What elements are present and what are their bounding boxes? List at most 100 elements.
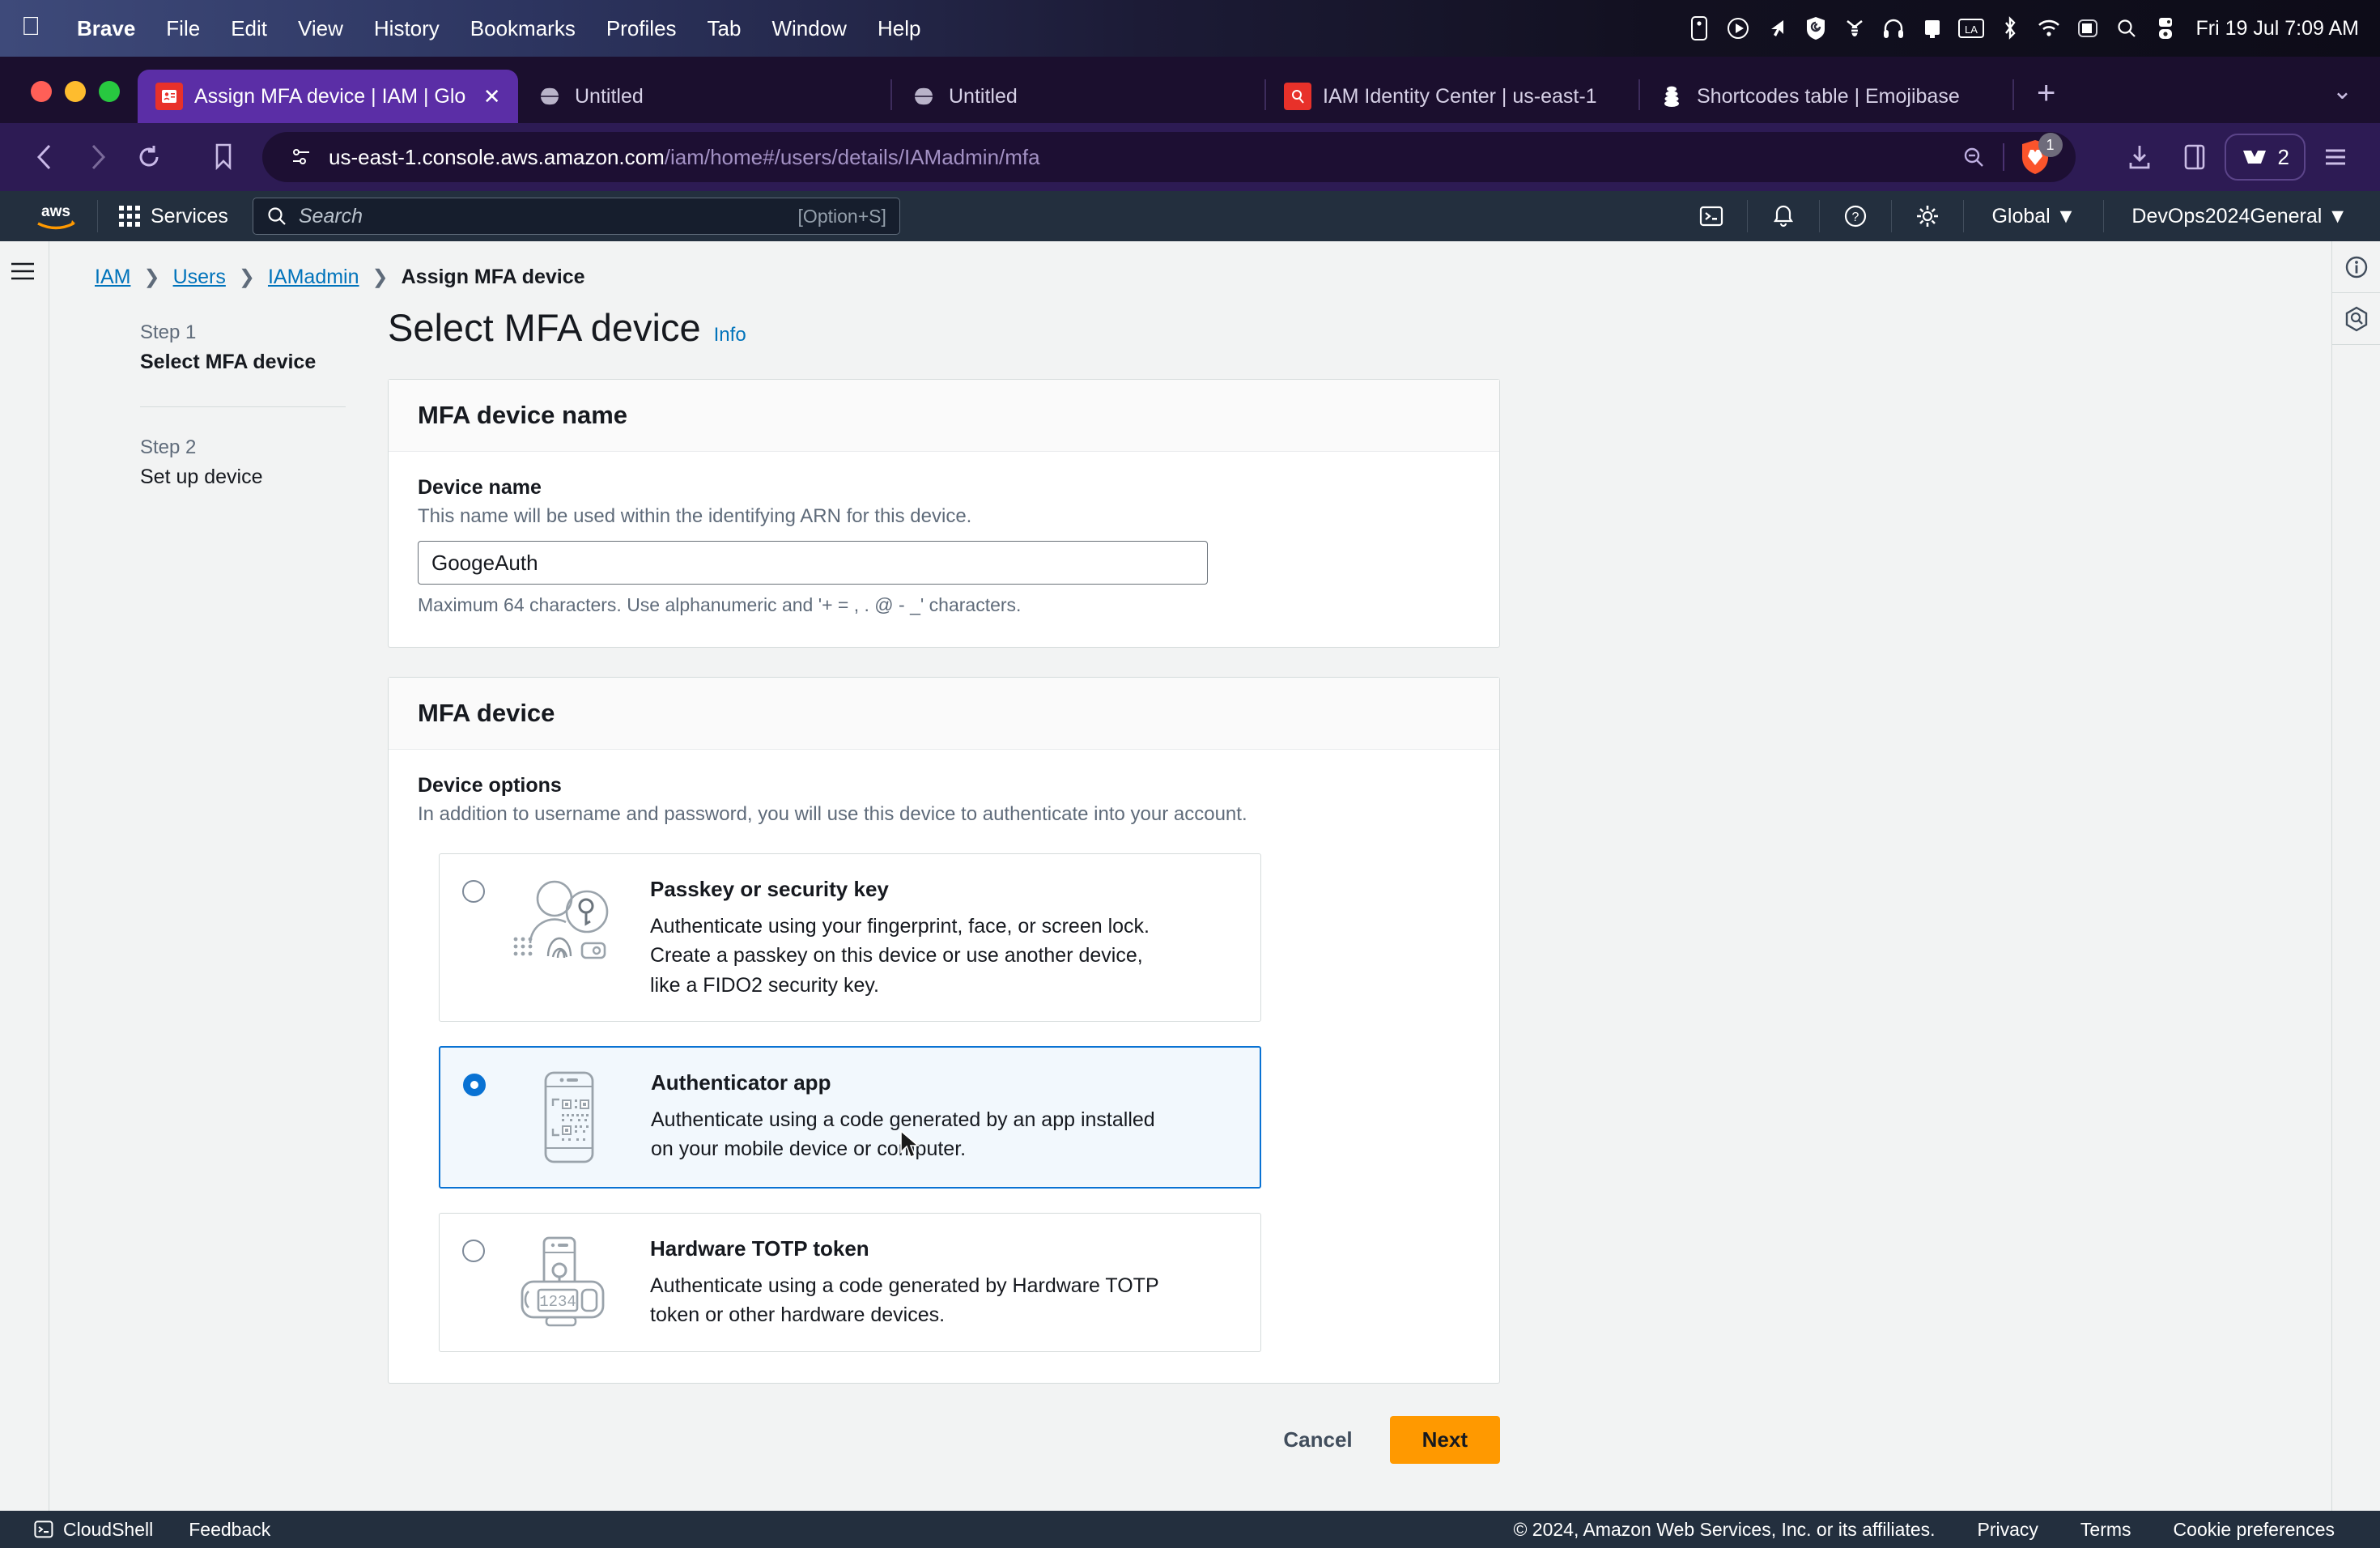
back-button[interactable] [19,131,71,183]
wizard-step-2[interactable]: Step 2 Set up device [140,436,346,489]
info-circle-icon[interactable] [2331,241,2380,293]
gear-icon[interactable] [1905,195,1950,237]
browser-tab-untitled-2[interactable]: Untitled [892,70,1264,123]
account-label: DevOps2024General [2131,204,2323,228]
footer-terms-link[interactable]: Terms [2059,1519,2153,1541]
services-menu-button[interactable]: Services [111,205,236,228]
brave-shields-button[interactable]: 1 [2012,133,2063,180]
brave-rewards-button[interactable]: 2 [2224,134,2306,181]
cancel-button[interactable]: Cancel [1275,1418,1360,1462]
question-circle-icon[interactable]: ? [1833,195,1878,237]
section-heading: MFA device [418,699,555,727]
close-icon[interactable]: ✕ [478,84,505,109]
menu-file[interactable]: File [151,16,215,41]
section-heading: MFA device name [418,401,628,429]
browser-tab-untitled-1[interactable]: Untitled [518,70,890,123]
breadcrumb-separator-icon: ❯ [143,266,160,288]
device-option-authenticator-app[interactable]: Authenticator app Authenticate using a c… [439,1045,1261,1189]
next-button[interactable]: Next [1389,1415,1500,1464]
menu-help[interactable]: Help [862,16,936,41]
browser-menu-button[interactable] [2310,132,2361,182]
play-circle-icon[interactable] [1719,10,1757,47]
control-center-icon[interactable] [2068,10,2107,47]
input-language-la-icon[interactable]: LA [1952,10,1991,47]
minimize-window-button[interactable] [65,81,86,102]
apple-logo-icon[interactable]:  [21,13,40,39]
footer-feedback-link[interactable]: Feedback [171,1519,288,1541]
radio-hardware-totp[interactable] [462,1239,485,1262]
device-name-label: Device name [418,476,542,499]
bee-icon[interactable] [1835,10,1874,47]
new-tab-button[interactable]: + [2014,75,2078,123]
menu-view[interactable]: View [283,16,359,41]
menu-tab[interactable]: Tab [692,16,757,41]
close-window-button[interactable] [31,81,52,102]
zoom-out-icon[interactable] [1953,146,1995,168]
site-settings-icon[interactable] [285,146,317,168]
browser-tab-identity-center[interactable]: IAM Identity Center | us-east-1 [1266,70,1638,123]
svg-text:?: ? [1852,211,1859,224]
device-option-passkey[interactable]: Passkey or security key Authenticate usi… [439,853,1261,1022]
breadcrumb-item-users[interactable]: Users [173,266,226,289]
reload-button[interactable] [123,131,175,183]
headphones-icon[interactable] [1874,10,1913,47]
aws-console-header: aws Services Search [Option+S] ? Global … [0,191,2380,241]
container-header: MFA device [389,678,1499,750]
svg-text:LA: LA [1965,23,1978,36]
sidebar-icon[interactable] [2170,132,2220,182]
wizard-step-1[interactable]: Step 1 Select MFA device [140,321,346,374]
footer-cloudshell-label: CloudShell [63,1518,154,1540]
header-divider [1891,200,1893,232]
display-icon[interactable] [1913,10,1952,47]
breadcrumb-item-current: Assign MFA device [401,266,585,288]
forward-button[interactable] [71,131,123,183]
menu-window[interactable]: Window [756,16,861,41]
window-traffic-lights [0,81,138,123]
menu-profiles[interactable]: Profiles [591,16,692,41]
nav-toggle-hamburger-icon[interactable] [10,261,39,286]
phone-qr-illustration-icon [500,1069,638,1166]
cloud-search-icon[interactable] [2331,293,2380,345]
tab-title: Assign MFA device | IAM | Glob [194,84,468,108]
cloudshell-icon[interactable] [1689,195,1734,237]
menu-brave[interactable]: Brave [62,16,151,41]
battery-case-icon[interactable] [1680,10,1719,47]
spotlight-search-icon[interactable] [2107,10,2146,47]
cursor-arrow-icon[interactable] [1757,10,1796,47]
footer-cookie-preferences-link[interactable]: Cookie preferences [2153,1519,2356,1541]
radio-authenticator-app[interactable] [463,1073,486,1096]
bookmark-icon[interactable] [199,131,248,183]
browser-tab-active[interactable]: Assign MFA device | IAM | Glob ✕ [138,70,518,123]
shield-swirl-icon[interactable] [1796,10,1835,47]
aws-search-box[interactable]: Search [Option+S] [252,198,900,235]
breadcrumb-item-iamadmin[interactable]: IAMadmin [268,266,359,289]
bell-icon[interactable] [1761,195,1806,237]
tab-list-chevron-down-icon[interactable]: ⌄ [2305,77,2380,123]
footer-cloudshell-button[interactable]: CloudShell [16,1519,171,1541]
maximize-window-button[interactable] [99,81,120,102]
menu-history[interactable]: History [359,16,455,41]
mfa-device-name-container: MFA device name Device name This name wi… [388,379,1500,648]
info-link[interactable]: Info [714,324,746,347]
shields-count-badge: 1 [2038,133,2063,157]
breadcrumb-separator-icon: ❯ [238,266,255,288]
browser-tab-emojibase[interactable]: Shortcodes table | Emojibase [1640,70,2012,123]
aws-logo[interactable]: aws [28,201,84,232]
bluetooth-icon[interactable] [1991,10,2029,47]
footer-privacy-link[interactable]: Privacy [1957,1519,2059,1541]
tab-title: Untitled [575,84,644,108]
download-icon[interactable] [2114,132,2165,182]
siri-icon[interactable] [2146,10,2185,47]
menu-bar-clock[interactable]: Fri 19 Jul 7:09 AM [2196,17,2359,40]
breadcrumb-item-iam[interactable]: IAM [95,266,130,289]
device-option-hardware-totp[interactable]: 1234 Hardware TOTP token Authenticate us… [439,1212,1261,1352]
wifi-icon[interactable] [2029,10,2068,47]
region-selector[interactable]: Global ▼ [1977,205,2090,228]
menu-edit[interactable]: Edit [215,16,283,41]
device-name-input[interactable] [418,541,1208,585]
account-selector[interactable]: DevOps2024General ▼ [2117,205,2362,228]
radio-passkey[interactable] [462,880,485,903]
header-divider [97,200,98,232]
menu-bookmarks[interactable]: Bookmarks [455,16,591,41]
address-bar[interactable]: us-east-1.console.aws.amazon.com/iam/hom… [262,132,2076,182]
